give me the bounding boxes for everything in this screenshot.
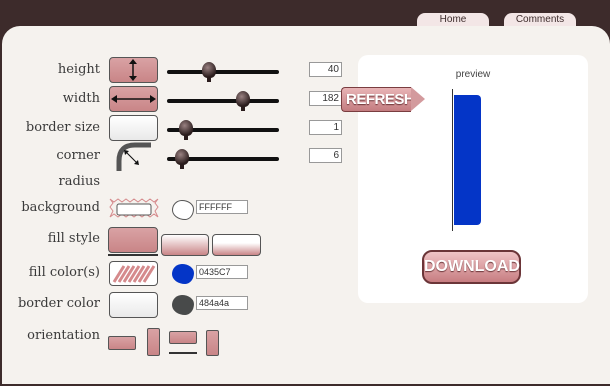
border-size-icon bbox=[109, 115, 158, 141]
width-slider-knob[interactable] bbox=[236, 91, 250, 111]
fill-style-label: fill style bbox=[47, 231, 100, 246]
border-color-input[interactable]: 484a4a bbox=[196, 296, 248, 310]
corner-radius-icon bbox=[116, 142, 151, 171]
fill-style-selected-indicator bbox=[108, 254, 158, 256]
fill-color-input[interactable]: 0435C7 bbox=[196, 265, 248, 279]
fill-style-gradient-up[interactable] bbox=[212, 234, 261, 256]
orientation-vertical-right-icon[interactable] bbox=[206, 330, 219, 356]
orientation-vertical-icon[interactable] bbox=[147, 328, 160, 356]
height-icon bbox=[109, 57, 158, 83]
width-input[interactable]: 182 bbox=[309, 91, 342, 106]
preview-title: preview bbox=[455, 69, 491, 80]
background-color-swatch[interactable] bbox=[172, 200, 194, 220]
border-size-slider-knob[interactable] bbox=[179, 120, 193, 140]
preview-bar bbox=[454, 95, 481, 225]
orientation-horizontal-icon[interactable] bbox=[108, 336, 136, 350]
height-label: height bbox=[57, 62, 100, 77]
refresh-arrow-icon bbox=[411, 87, 425, 111]
width-icon bbox=[109, 86, 158, 112]
background-transparent-icon[interactable] bbox=[108, 195, 160, 221]
refresh-button-label: REFRESH bbox=[341, 87, 415, 112]
orientation-selected-indicator bbox=[169, 352, 197, 354]
border-size-input[interactable]: 1 bbox=[309, 120, 342, 135]
fill-colors-label: fill color(s) bbox=[28, 265, 100, 280]
preview-baseline bbox=[452, 89, 453, 231]
radius-label: radius bbox=[58, 174, 101, 189]
height-input[interactable]: 40 bbox=[309, 62, 342, 77]
border-color-swatch[interactable] bbox=[172, 295, 194, 315]
fill-style-solid[interactable] bbox=[108, 227, 158, 253]
fill-color-swatch[interactable] bbox=[172, 264, 194, 284]
width-slider[interactable] bbox=[167, 99, 279, 103]
orientation-horizontal-bottom-icon[interactable] bbox=[169, 331, 197, 344]
background-label: background bbox=[21, 200, 100, 215]
orientation-label: orientation bbox=[27, 328, 100, 343]
height-slider[interactable] bbox=[167, 70, 279, 74]
corner-radius-slider-knob[interactable] bbox=[175, 149, 189, 169]
width-label: width bbox=[62, 91, 100, 106]
height-slider-knob[interactable] bbox=[202, 62, 216, 82]
download-button[interactable]: DOWNLOAD bbox=[422, 250, 521, 284]
fill-style-gradient-down[interactable] bbox=[161, 234, 209, 256]
refresh-button[interactable]: REFRESH bbox=[341, 87, 427, 112]
corner-radius-input[interactable]: 6 bbox=[309, 148, 342, 163]
background-color-input[interactable]: FFFFFF bbox=[196, 200, 248, 214]
border-color-icon bbox=[109, 292, 158, 318]
border-size-label: border size bbox=[25, 120, 100, 135]
border-color-label: border color bbox=[17, 296, 100, 311]
corner-label: corner bbox=[56, 148, 100, 163]
fill-colors-icon[interactable] bbox=[109, 261, 158, 286]
